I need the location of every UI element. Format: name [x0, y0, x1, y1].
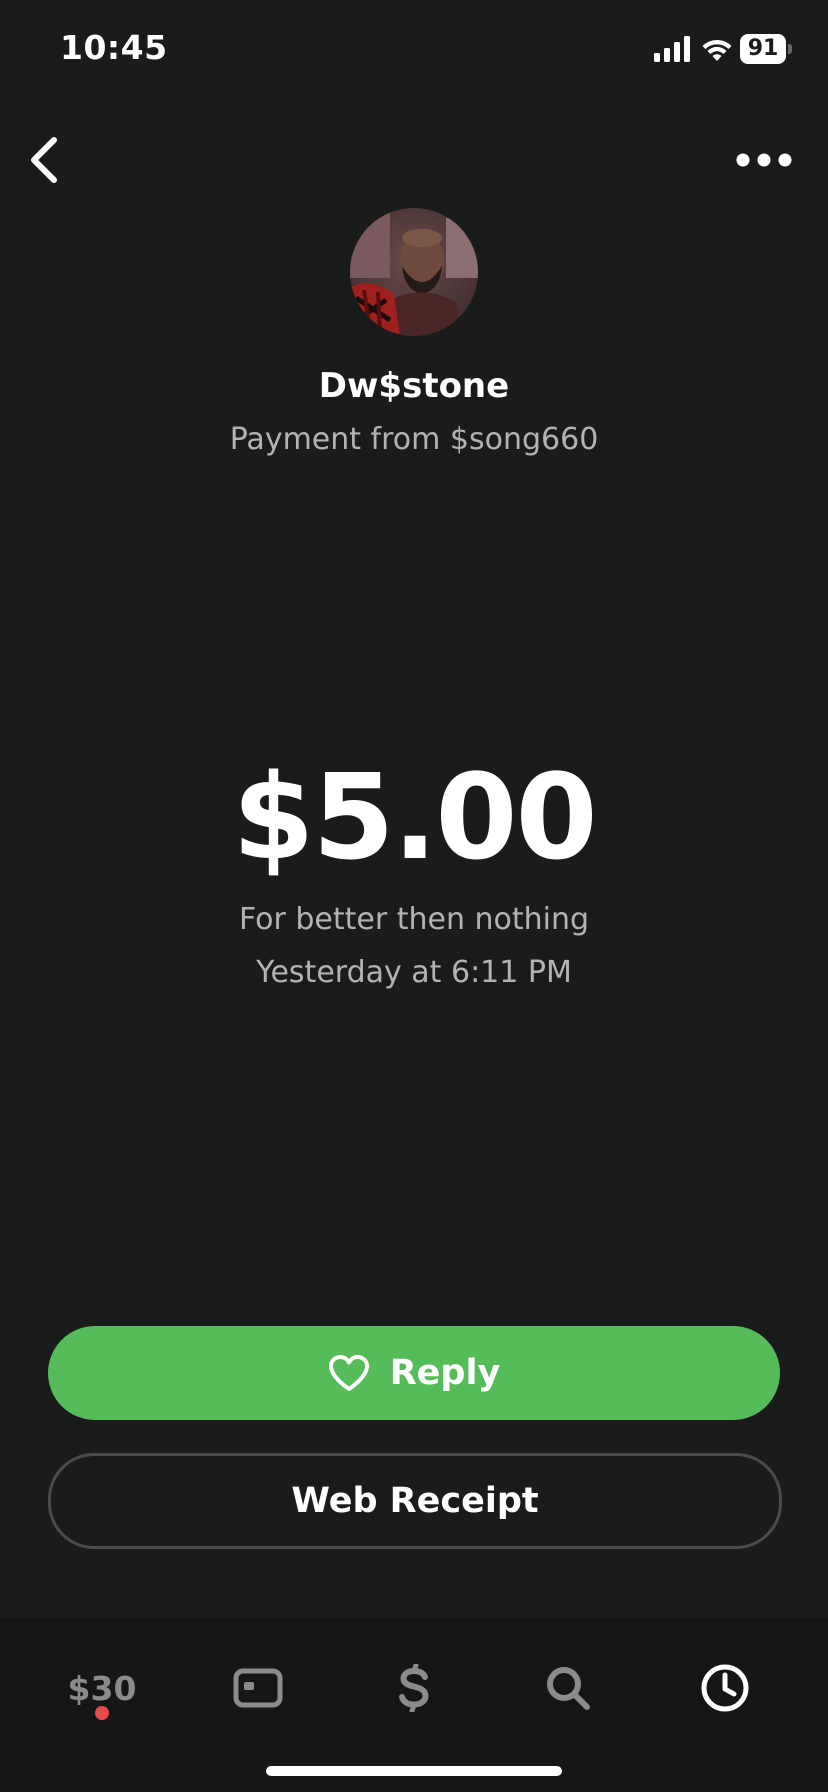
- battery-icon: 91: [740, 34, 792, 64]
- chevron-left-icon[interactable]: [22, 132, 70, 188]
- web-receipt-label: Web Receipt: [291, 1481, 539, 1521]
- display-name: Dw$stone: [318, 366, 510, 406]
- battery-tip: [788, 44, 792, 54]
- heart-icon: [328, 1355, 369, 1391]
- tab-pay[interactable]: [364, 1638, 464, 1738]
- reply-button[interactable]: Reply: [48, 1326, 780, 1420]
- card-icon: [233, 1668, 283, 1708]
- tab-card[interactable]: [208, 1638, 308, 1738]
- ellipsis-icon[interactable]: [734, 140, 794, 180]
- wifi-icon: [702, 39, 732, 61]
- payment-source: Payment from $song660: [229, 422, 599, 457]
- payment-amount: $5.00: [232, 748, 597, 886]
- search-icon: [547, 1667, 590, 1710]
- payment-timestamp: Yesterday at 6:11 PM: [256, 955, 572, 990]
- clock-icon: [701, 1664, 749, 1712]
- reply-label: Reply: [389, 1353, 501, 1393]
- tab-activity[interactable]: [675, 1638, 775, 1738]
- tab-search[interactable]: [518, 1638, 618, 1738]
- battery-level: 91: [740, 34, 786, 64]
- home-indicator: [266, 1766, 562, 1776]
- avatar[interactable]: [350, 208, 478, 336]
- web-receipt-button[interactable]: Web Receipt: [48, 1453, 782, 1549]
- tab-balance[interactable]: $30: [52, 1638, 152, 1738]
- notification-dot: [95, 1706, 109, 1720]
- status-time: 10:45: [60, 28, 168, 67]
- dollar-icon: [399, 1664, 429, 1712]
- cellular-signal-icon: [654, 36, 690, 62]
- balance-label: $30: [67, 1668, 137, 1708]
- avatar-image: [350, 208, 478, 336]
- status-bar: 10:45 91: [0, 0, 828, 100]
- payment-note: For better then nothing: [238, 902, 590, 937]
